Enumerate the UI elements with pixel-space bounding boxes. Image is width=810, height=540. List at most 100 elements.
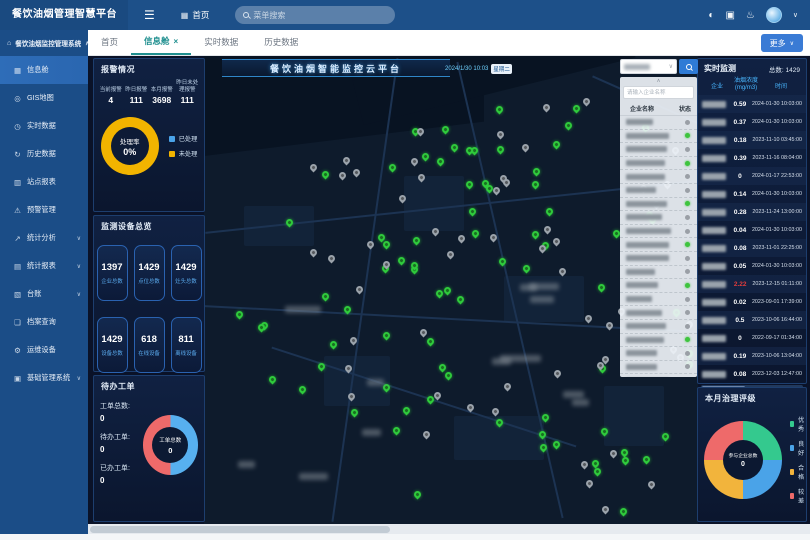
company-list-item[interactable] bbox=[620, 279, 697, 293]
sidebar-item-6[interactable]: ⚠预警管理 bbox=[0, 196, 88, 224]
sidebar-item-3[interactable]: ◷实时数据 bbox=[0, 112, 88, 140]
map-pin-gray[interactable] bbox=[457, 233, 467, 243]
company-list-item[interactable] bbox=[620, 306, 697, 320]
company-list-item[interactable] bbox=[620, 374, 697, 377]
sidebar-item-5[interactable]: ▥站点报表 bbox=[0, 168, 88, 196]
map-pin-green[interactable] bbox=[437, 362, 447, 372]
map-pin-green[interactable] bbox=[349, 408, 359, 418]
realtime-row[interactable]: 0.372024-01-30 10:03:00 bbox=[698, 113, 806, 131]
map-pin-gray[interactable] bbox=[495, 129, 505, 139]
company-list-item[interactable] bbox=[620, 198, 697, 212]
map-pin-green[interactable] bbox=[329, 340, 339, 350]
company-list-item[interactable] bbox=[620, 238, 697, 252]
map-pin-green[interactable] bbox=[391, 426, 401, 436]
map-pin-green[interactable] bbox=[468, 207, 478, 217]
map-pin-gray[interactable] bbox=[365, 240, 375, 250]
map-pin-green[interactable] bbox=[531, 179, 541, 189]
realtime-row[interactable]: 0.182023-11-10 03:45:00 bbox=[698, 131, 806, 149]
company-list-item[interactable] bbox=[620, 266, 697, 280]
map-pin-gray[interactable] bbox=[419, 328, 429, 338]
map-pin-gray[interactable] bbox=[309, 163, 319, 173]
map-pin-green[interactable] bbox=[436, 157, 446, 167]
map-pin-green[interactable] bbox=[396, 256, 406, 266]
hamburger-menu-icon[interactable]: ☰ bbox=[144, 8, 155, 22]
map-pin-gray[interactable] bbox=[583, 314, 593, 324]
sidebar-item-8[interactable]: ▤统计报表∨ bbox=[0, 252, 88, 280]
sidebar-item-12[interactable]: ▣基础管理系统∨ bbox=[0, 364, 88, 392]
tab-1[interactable]: 首页 bbox=[88, 29, 131, 55]
map-pin-green[interactable] bbox=[621, 456, 631, 466]
map-pin-green[interactable] bbox=[234, 310, 244, 320]
map-pin-green[interactable] bbox=[413, 489, 423, 499]
map-pin-green[interactable] bbox=[426, 336, 436, 346]
map-pin-green[interactable] bbox=[321, 292, 331, 302]
map-pin-gray[interactable] bbox=[580, 460, 590, 470]
tab-2[interactable]: 信息舱× bbox=[131, 29, 191, 55]
map-pin-gray[interactable] bbox=[552, 369, 562, 379]
sidebar-item-2[interactable]: ◎GIS地图 bbox=[0, 84, 88, 112]
map-pin-green[interactable] bbox=[564, 120, 574, 130]
map-pin-green[interactable] bbox=[592, 467, 602, 477]
menu-search-box[interactable] bbox=[235, 6, 395, 24]
company-name-input[interactable] bbox=[623, 86, 694, 99]
tab-3[interactable]: 实时数据 bbox=[191, 29, 251, 55]
map-pin-gray[interactable] bbox=[341, 155, 351, 165]
map-pin-gray[interactable] bbox=[338, 170, 348, 180]
tab-4[interactable]: 历史数据 bbox=[251, 29, 311, 55]
map-pin-gray[interactable] bbox=[309, 247, 319, 257]
sidebar-item-1[interactable]: ▦信息舱 bbox=[0, 56, 88, 84]
sidebar-item-10[interactable]: ❏档案查询 bbox=[0, 308, 88, 336]
realtime-row[interactable]: 0.142024-01-30 10:03:00 bbox=[698, 185, 806, 203]
map-pin-gray[interactable] bbox=[542, 102, 552, 112]
map-pin-gray[interactable] bbox=[351, 167, 361, 177]
company-list-item[interactable] bbox=[620, 361, 697, 375]
company-filter-select[interactable]: ∨ bbox=[620, 59, 677, 74]
company-list-item[interactable] bbox=[620, 143, 697, 157]
map-pin-green[interactable] bbox=[494, 104, 504, 114]
map-pin-green[interactable] bbox=[412, 235, 422, 245]
realtime-row[interactable]: 0.282023-11-24 13:00:00 bbox=[698, 203, 806, 221]
map-pin-green[interactable] bbox=[388, 163, 398, 173]
avatar[interactable] bbox=[766, 7, 782, 23]
map-pin-green[interactable] bbox=[597, 283, 607, 293]
map-pin-green[interactable] bbox=[552, 139, 562, 149]
map-pin-green[interactable] bbox=[456, 295, 466, 305]
company-list-item[interactable] bbox=[620, 334, 697, 348]
map-pin-gray[interactable] bbox=[601, 505, 611, 515]
map-pin-green[interactable] bbox=[321, 170, 331, 180]
map-pin-green[interactable] bbox=[298, 384, 308, 394]
sidebar-item-7[interactable]: ↗统计分析∨ bbox=[0, 224, 88, 252]
map-pin-gray[interactable] bbox=[502, 178, 512, 188]
realtime-row[interactable]: 0.042024-01-30 10:03:00 bbox=[698, 221, 806, 239]
map-pin-green[interactable] bbox=[498, 256, 508, 266]
sidebar-item-9[interactable]: ▧台账∨ bbox=[0, 280, 88, 308]
realtime-row[interactable]: 0.592024-01-30 10:03:00 bbox=[698, 95, 806, 113]
map-pin-green[interactable] bbox=[421, 152, 431, 162]
company-list-item[interactable] bbox=[620, 130, 697, 144]
map-pin-green[interactable] bbox=[444, 370, 454, 380]
realtime-row[interactable]: 0.392023-11-16 08:04:00 bbox=[698, 149, 806, 167]
tab-close-icon[interactable]: × bbox=[174, 37, 179, 46]
map-pin-green[interactable] bbox=[450, 143, 460, 153]
map-pin-green[interactable] bbox=[268, 374, 278, 384]
company-list-item[interactable] bbox=[620, 170, 697, 184]
more-button[interactable]: 更多 ∨ bbox=[761, 34, 803, 52]
company-list-item[interactable] bbox=[620, 320, 697, 334]
map-pin-green[interactable] bbox=[465, 180, 475, 190]
map-pin-green[interactable] bbox=[642, 454, 652, 464]
map-pin-green[interactable] bbox=[470, 228, 480, 238]
company-list-item[interactable] bbox=[620, 252, 697, 266]
map-pin-gray[interactable] bbox=[326, 254, 336, 264]
company-list-item[interactable] bbox=[620, 211, 697, 225]
map-pin-green[interactable] bbox=[544, 207, 554, 217]
map-pin-gray[interactable] bbox=[585, 478, 595, 488]
map-pin-gray[interactable] bbox=[542, 225, 552, 235]
company-list-item[interactable] bbox=[620, 116, 697, 130]
map-pin-gray[interactable] bbox=[521, 142, 531, 152]
realtime-row[interactable]: 02024-01-17 22:53:00 bbox=[698, 167, 806, 185]
map-pin-gray[interactable] bbox=[492, 186, 502, 196]
map-pin-green[interactable] bbox=[401, 406, 411, 416]
company-search-button[interactable] bbox=[679, 59, 698, 74]
map-pin-green[interactable] bbox=[571, 104, 581, 114]
chevron-down-icon[interactable]: ∨ bbox=[793, 11, 798, 19]
